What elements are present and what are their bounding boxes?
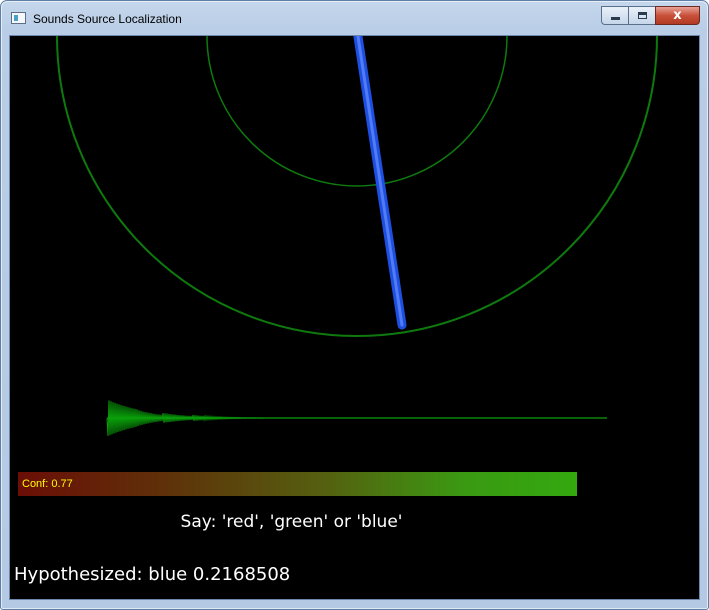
maximize-button[interactable] (628, 6, 655, 25)
maximize-icon (637, 12, 647, 19)
app-window: Sounds Source Localization x Conf: 0.77 … (0, 0, 709, 610)
confidence-label: Conf: 0.77 (22, 478, 73, 490)
app-icon (11, 12, 26, 24)
window-title: Sounds Source Localization (33, 12, 182, 26)
confidence-bar: Conf: 0.77 (18, 472, 577, 496)
speech-prompt: Say: 'red', 'green' or 'blue' (180, 512, 403, 532)
close-icon: x (673, 8, 682, 23)
minimize-icon (610, 17, 620, 20)
minimize-button[interactable] (601, 6, 628, 25)
client-area: Conf: 0.77 Say: 'red', 'green' or 'blue'… (9, 35, 700, 600)
hypothesis-text: Hypothesized: blue 0.2168508 (14, 564, 291, 585)
window-controls: x (601, 6, 700, 26)
audio-waveform (106, 400, 266, 437)
close-button[interactable]: x (655, 6, 700, 25)
title-bar[interactable]: Sounds Source Localization x (1, 1, 708, 33)
